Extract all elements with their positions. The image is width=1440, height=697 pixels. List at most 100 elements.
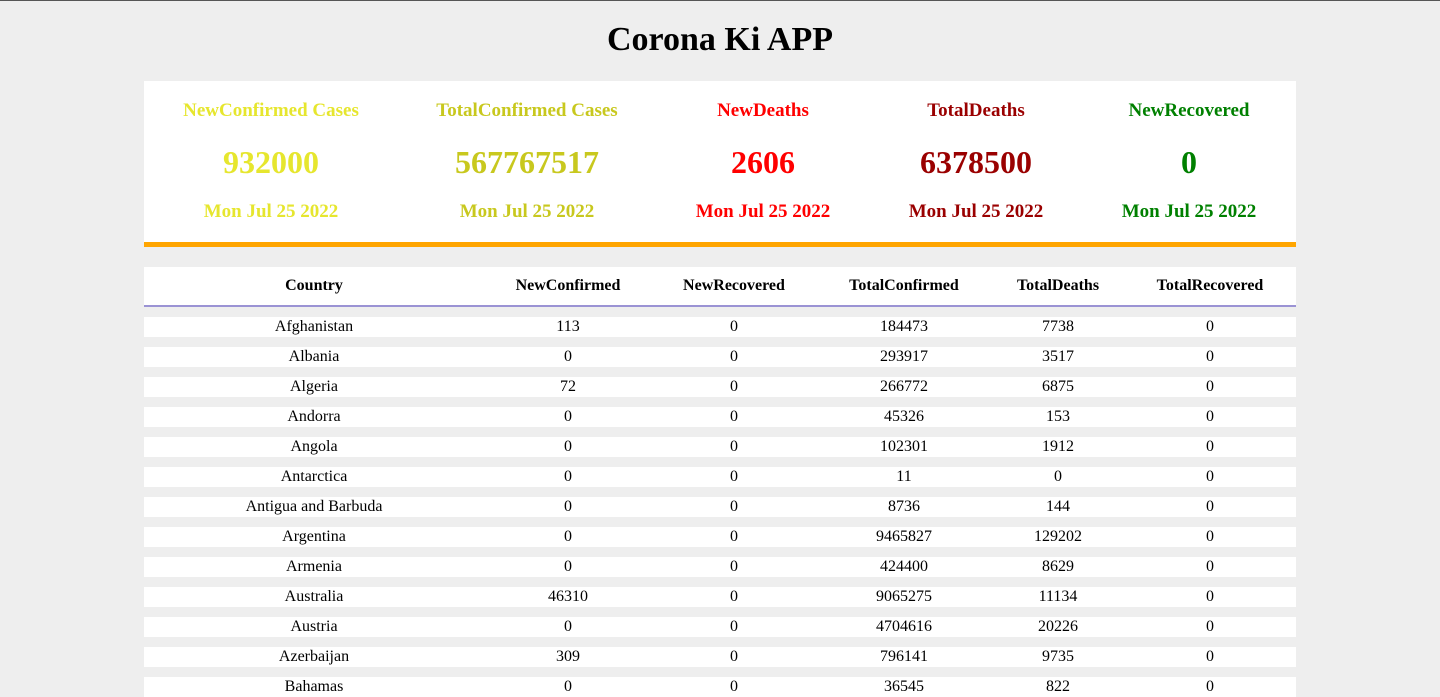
cell-total-recovered: 0: [1206, 348, 1214, 365]
stat-label: TotalDeaths: [927, 100, 1025, 121]
cell-new-confirmed: 46310: [548, 588, 588, 605]
table-row: Angola 0 0 102301 1912 0: [144, 437, 1296, 457]
cell-total-confirmed: 45326: [884, 408, 924, 425]
cell-total-deaths: 822: [1046, 678, 1070, 695]
cell-country: Afghanistan: [274, 318, 354, 335]
header-total-confirmed: TotalConfirmed: [849, 277, 959, 294]
stat-value: 6378500: [920, 144, 1032, 180]
cell-new-confirmed: 0: [564, 438, 572, 455]
table-row: Bahamas 0 0 36545 822 0: [144, 677, 1296, 697]
table-row: Algeria 72 0 266772 6875 0: [144, 377, 1296, 397]
cell-total-deaths: 3517: [1042, 348, 1074, 365]
cell-country: Andorra: [287, 408, 341, 425]
cell-total-confirmed: 796141: [880, 648, 928, 665]
cell-total-recovered: 0: [1206, 468, 1214, 485]
cell-new-recovered: 0: [730, 468, 738, 485]
cell-total-recovered: 0: [1206, 438, 1214, 455]
table-row: Andorra 0 0 45326 153 0: [144, 407, 1296, 427]
header-total-recovered: TotalRecovered: [1156, 277, 1264, 294]
cell-new-recovered: 0: [730, 348, 738, 365]
cell-total-confirmed: 8736: [888, 498, 920, 515]
cell-new-recovered: 0: [730, 378, 738, 395]
cell-new-confirmed: 309: [556, 648, 580, 665]
cell-total-recovered: 0: [1206, 378, 1214, 395]
cell-total-recovered: 0: [1206, 528, 1214, 545]
cell-new-confirmed: 0: [564, 498, 572, 515]
cell-total-deaths: 1912: [1042, 438, 1074, 455]
cell-total-recovered: 0: [1206, 648, 1214, 665]
cell-total-confirmed: 9065275: [876, 588, 932, 605]
stat-date: Mon Jul 25 2022: [908, 201, 1044, 222]
table-row: Austria 0 0 4704616 20226 0: [144, 617, 1296, 637]
cell-total-deaths: 6875: [1042, 378, 1074, 395]
cell-total-deaths: 0: [1054, 468, 1062, 485]
cell-country: Azerbaijan: [278, 648, 350, 665]
header-country: Country: [285, 277, 343, 294]
stat-date: Mon Jul 25 2022: [695, 201, 831, 222]
cell-new-recovered: 0: [730, 528, 738, 545]
cell-total-recovered: 0: [1206, 408, 1214, 425]
stat-value: 2606: [731, 144, 795, 180]
cell-new-recovered: 0: [730, 588, 738, 605]
cell-total-confirmed: 293917: [880, 348, 928, 365]
cell-new-recovered: 0: [730, 438, 738, 455]
cell-total-recovered: 0: [1206, 498, 1214, 515]
cell-total-deaths: 153: [1046, 408, 1070, 425]
stat-label: TotalConfirmed Cases: [436, 100, 618, 121]
stat-value: 932000: [223, 144, 319, 180]
cell-total-deaths: 11134: [1038, 588, 1078, 605]
cell-new-recovered: 0: [730, 408, 738, 425]
cell-new-recovered: 0: [730, 558, 738, 575]
cell-country: Australia: [284, 588, 344, 605]
cell-total-deaths: 9735: [1042, 648, 1074, 665]
stat-total-confirmed: TotalConfirmed Cases 567767517 Mon Jul 2…: [398, 81, 656, 242]
cell-new-recovered: 0: [730, 648, 738, 665]
cell-total-deaths: 8629: [1042, 558, 1074, 575]
stat-date: Mon Jul 25 2022: [203, 201, 339, 222]
table-row: Afghanistan 113 0 184473 7738 0: [144, 317, 1296, 337]
cell-total-deaths: 129202: [1034, 528, 1082, 545]
cell-new-recovered: 0: [730, 498, 738, 515]
cell-total-confirmed: 102301: [880, 438, 928, 455]
stat-value: 0: [1181, 144, 1197, 180]
stat-date: Mon Jul 25 2022: [1121, 201, 1257, 222]
stat-new-recovered: NewRecovered 0 Mon Jul 25 2022: [1082, 81, 1296, 242]
table-row: Argentina 0 0 9465827 129202 0: [144, 527, 1296, 547]
cell-country: Austria: [290, 618, 338, 635]
cell-total-recovered: 0: [1206, 588, 1214, 605]
table-row: Armenia 0 0 424400 8629 0: [144, 557, 1296, 577]
stat-value: 567767517: [455, 144, 599, 180]
cell-total-deaths: 144: [1046, 498, 1070, 515]
cell-total-recovered: 0: [1206, 618, 1214, 635]
page-top-border: [0, 0, 1440, 1]
cell-new-confirmed: 72: [560, 378, 576, 395]
cell-new-confirmed: 0: [564, 408, 572, 425]
cell-new-confirmed: 0: [564, 468, 572, 485]
cell-new-confirmed: 113: [556, 318, 580, 335]
cell-total-confirmed: 4704616: [876, 618, 932, 635]
app-title: Corona Ki APP: [606, 21, 834, 58]
cell-new-recovered: 0: [730, 318, 738, 335]
cell-total-confirmed: 184473: [880, 318, 928, 335]
cell-total-deaths: 20226: [1038, 618, 1078, 635]
cell-total-recovered: 0: [1206, 318, 1214, 335]
cell-new-confirmed: 0: [564, 618, 572, 635]
stat-total-deaths: TotalDeaths 6378500 Mon Jul 25 2022: [870, 81, 1082, 242]
header-total-deaths: TotalDeaths: [1016, 277, 1100, 294]
cell-country: Antigua and Barbuda: [245, 498, 383, 515]
stat-label: NewRecovered: [1128, 100, 1250, 121]
cell-new-confirmed: 0: [564, 558, 572, 575]
cell-total-confirmed: 11: [896, 468, 912, 485]
table-row: Australia 46310 0 9065275 11134 0: [144, 587, 1296, 607]
cell-total-confirmed: 424400: [880, 558, 928, 575]
cell-country: Angola: [290, 438, 338, 455]
header-new-recovered: NewRecovered: [683, 277, 785, 294]
stat-new-confirmed: NewConfirmed Cases 932000 Mon Jul 25 202…: [144, 81, 398, 242]
cell-country: Armenia: [286, 558, 342, 575]
stats-card: NewConfirmed Cases 932000 Mon Jul 25 202…: [144, 81, 1296, 247]
cell-total-confirmed: 36545: [884, 678, 924, 695]
cell-new-confirmed: 0: [564, 348, 572, 365]
cell-country: Antarctica: [280, 468, 348, 485]
cell-country: Bahamas: [284, 678, 344, 695]
stat-label: NewConfirmed Cases: [183, 100, 359, 121]
